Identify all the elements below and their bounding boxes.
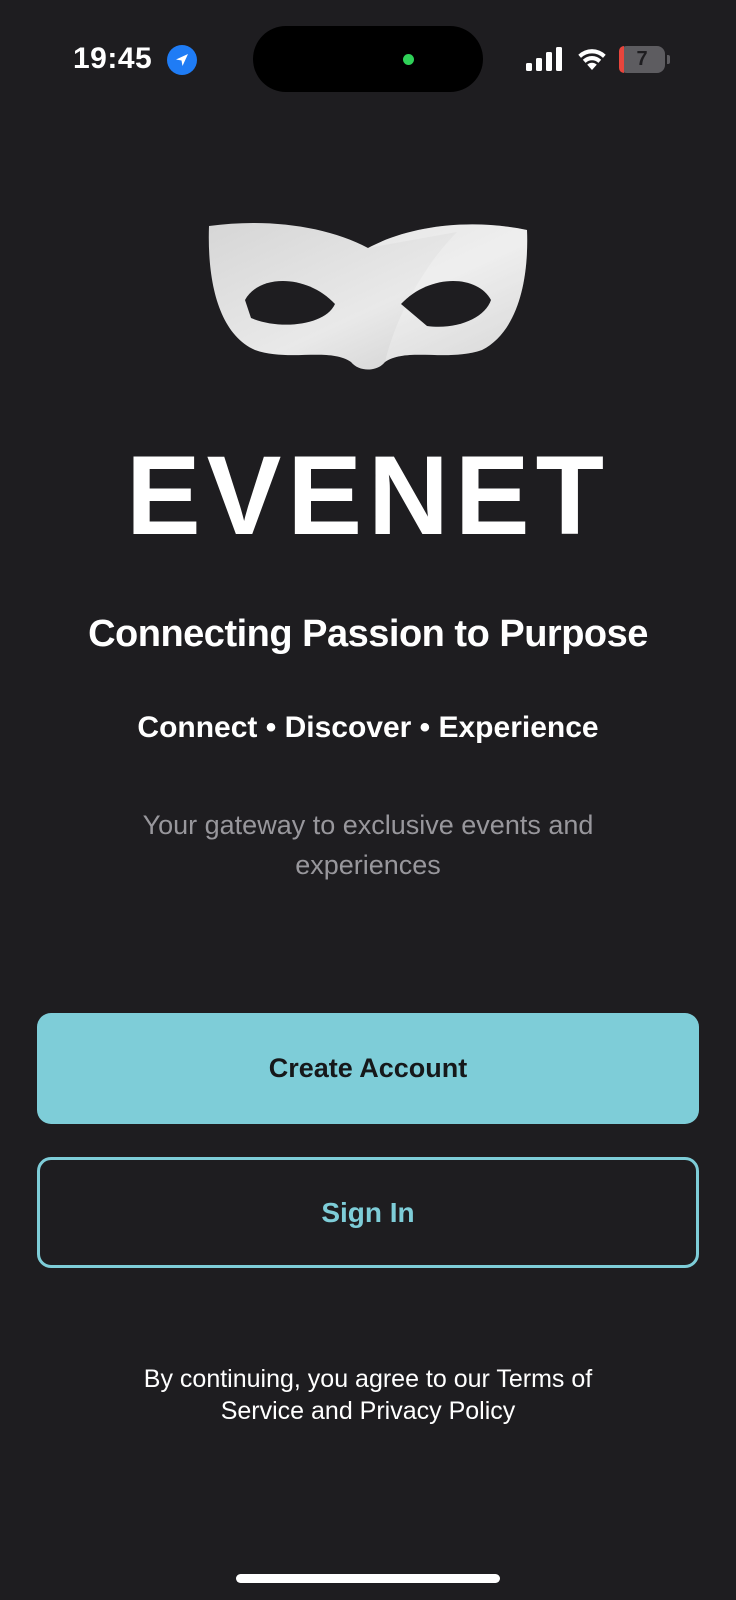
home-indicator[interactable] [236, 1574, 500, 1583]
description: Your gateway to exclusive events and exp… [142, 810, 594, 880]
tagline: Connecting Passion to Purpose [88, 613, 648, 655]
battery-level: 7 [636, 48, 648, 70]
camera-indicator-dot [403, 54, 414, 65]
battery-icon: 7 [619, 46, 670, 73]
welcome-screen: 19:45 7 EVENET Connecting Passion to Pur… [0, 0, 736, 1600]
subtagline: Connect • Discover • Experience [137, 711, 599, 744]
status-bar: 19:45 7 [0, 0, 736, 110]
masquerade-mask-icon [208, 222, 528, 370]
create-account-button[interactable]: Create Account [37, 1013, 699, 1124]
dynamic-island [253, 26, 483, 92]
legal-notice: By continuing, you agree to our Terms of… [143, 1365, 593, 1425]
brand-name: EVENET [125, 433, 611, 558]
sign-in-button[interactable]: Sign In [37, 1157, 699, 1268]
status-time: 19:45 [73, 42, 153, 75]
cellular-signal-icon [526, 47, 562, 71]
wifi-icon [578, 49, 606, 70]
location-arrow-icon [167, 45, 197, 75]
